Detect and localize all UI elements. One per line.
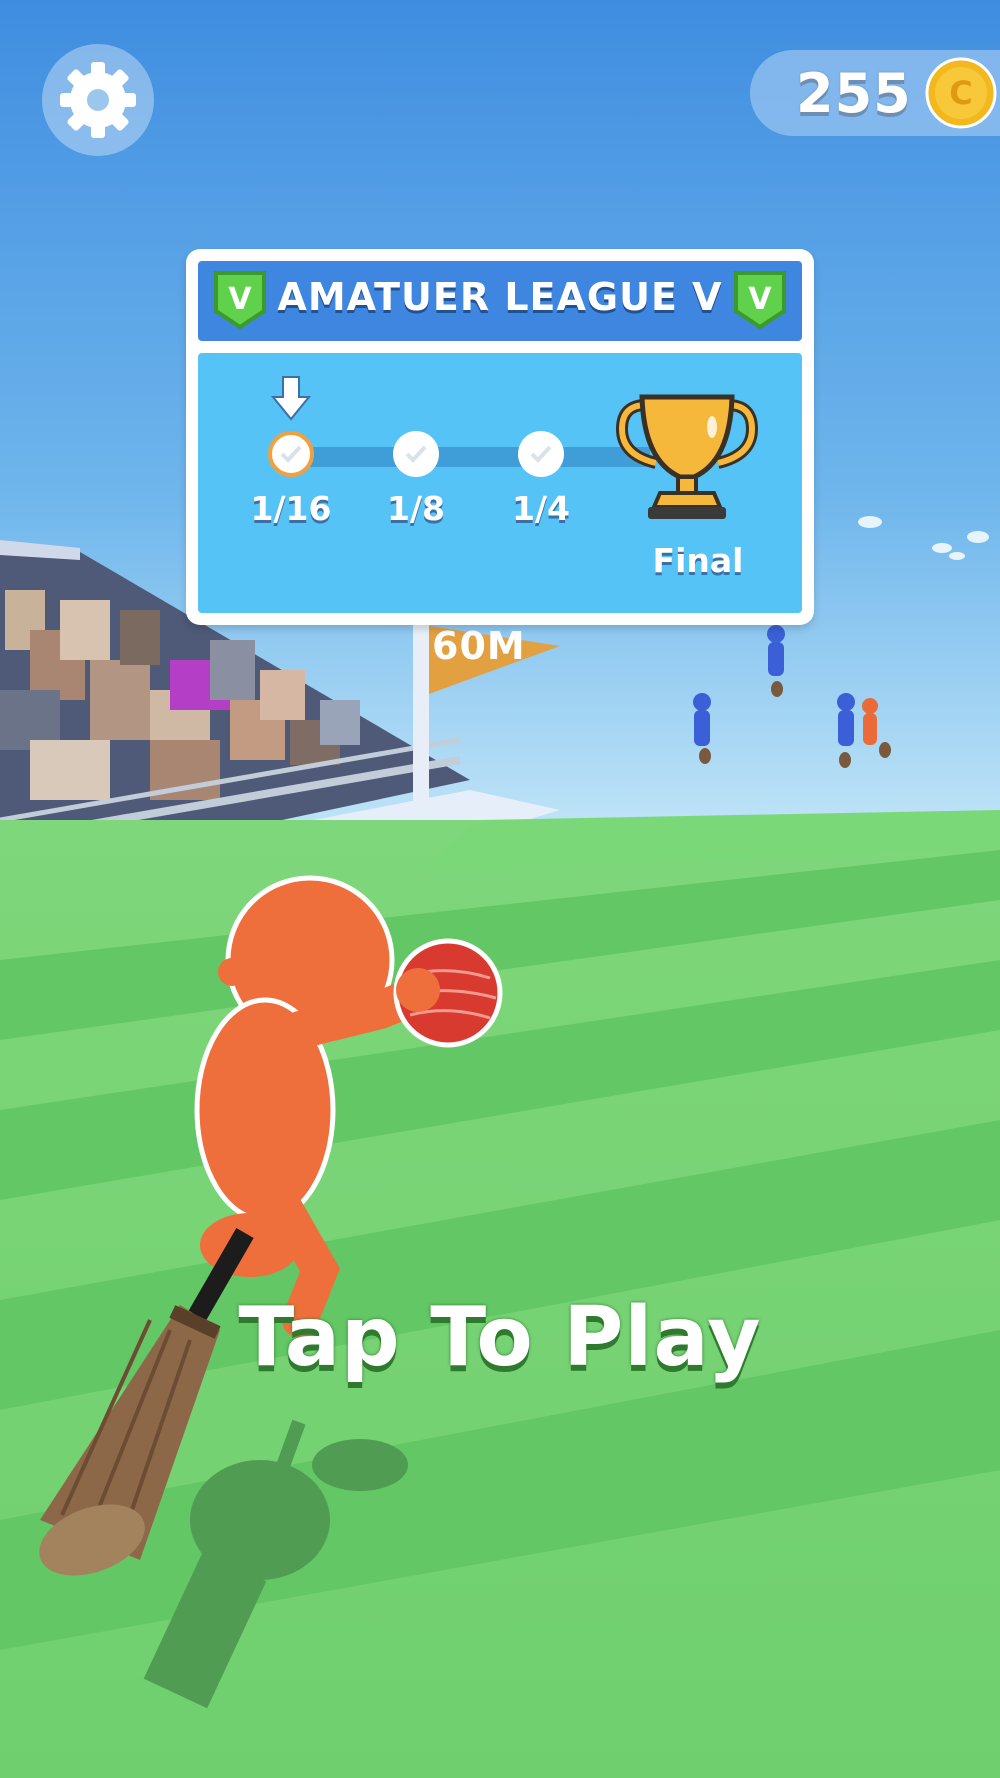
check-icon [530,445,552,463]
stage-checkpoint [268,431,314,477]
stage-label: 1/4 [512,489,570,528]
stage-label: 1/16 [250,489,332,528]
svg-text:V: V [748,282,772,317]
trophy-icon [616,394,758,519]
league-progress-panel: 1/16 1/8 1/4 Final [198,353,802,613]
coin-icon: C [925,57,997,129]
stage-checkpoint [393,431,439,477]
stage-label: 1/8 [387,489,445,528]
progress-track [290,447,650,467]
stage-checkpoint [518,431,564,477]
coin-counter[interactable]: 255 C [750,50,1000,136]
board-pole [413,620,429,810]
coin-amount: 255 [796,62,912,125]
current-stage-arrow-icon [271,376,311,421]
settings-button[interactable] [42,44,154,156]
gear-icon [60,62,136,138]
league-board-header: V AMATUER LEAGUE V V [198,261,802,341]
tap-to-play-prompt[interactable]: Tap To Play [0,1290,1000,1385]
distance-marker-text: 60M [432,624,526,668]
league-board: V AMATUER LEAGUE V V 1/16 1/8 1/4 Final [186,249,814,625]
coin-symbol: C [949,74,972,112]
stage-1-8: 1/8 [366,431,466,528]
stage-1-16: 1/16 [241,431,341,528]
league-badge-icon: V [734,271,786,330]
check-icon [405,445,427,463]
stage-final-label: Final [652,541,744,580]
check-icon [280,445,302,463]
league-title: AMATUER LEAGUE V [277,275,723,319]
stage-1-4: 1/4 [491,431,591,528]
